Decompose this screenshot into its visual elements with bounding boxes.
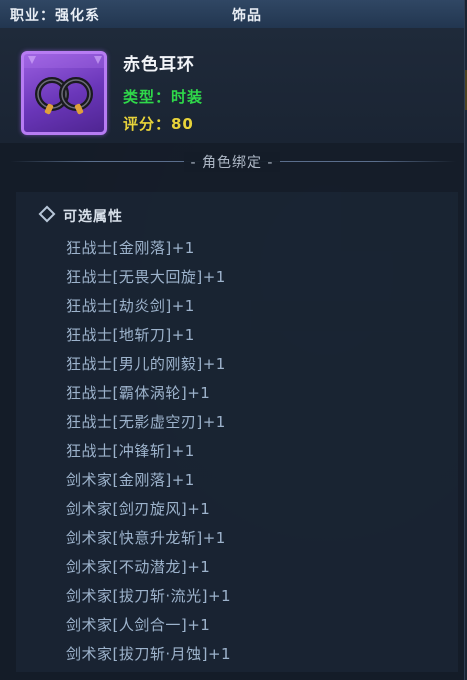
attribute-item: 狂战士[无影虚空刃]+1: [66, 413, 226, 431]
black-earring-icon: [24, 54, 104, 115]
attribute-item: 剑术家[拔刀斩·月蚀]+1: [66, 645, 232, 663]
item-tooltip: 职业：强化系 饰品 赤色耳环 类型：时装 评分：80 - 角色绑定 - 可选属性…: [0, 0, 465, 680]
bind-status: - 角色绑定 -: [184, 152, 280, 172]
section-title: 可选属性: [63, 209, 123, 225]
attribute-item: 狂战士[男儿的刚毅]+1: [66, 355, 226, 373]
item-score: 评分：80: [123, 115, 194, 133]
attribute-item: 狂战士[地斩刀]+1: [66, 326, 195, 344]
bind-status-row: - 角色绑定 -: [0, 152, 464, 172]
attribute-item: 狂战士[霸体涡轮]+1: [66, 384, 211, 402]
item-name: 赤色耳环: [123, 55, 195, 75]
category-label: 饰品: [232, 8, 262, 24]
attribute-item: 狂战士[劫炎剑]+1: [66, 297, 195, 315]
item-icon: [21, 51, 107, 135]
job-label: 职业：强化系: [10, 8, 100, 24]
attribute-item: 狂战士[冲锋斩]+1: [66, 442, 195, 460]
diamond-icon: [38, 205, 56, 223]
attribute-item: 剑术家[金刚落]+1: [66, 471, 195, 489]
attribute-item: 剑术家[拔刀斩·流光]+1: [66, 587, 232, 605]
attribute-item: 剑术家[剑刃旋风]+1: [66, 500, 211, 518]
attribute-item: 狂战士[金刚落]+1: [66, 239, 195, 257]
tooltip-header: 职业：强化系 饰品: [0, 0, 464, 29]
attribute-item: 狂战士[无畏大回旋]+1: [66, 268, 226, 286]
section-header: 可选属性: [38, 205, 123, 226]
attribute-item: 剑术家[不动潜龙]+1: [66, 558, 211, 576]
attribute-item: 剑术家[快意升龙斩]+1: [66, 529, 226, 547]
attribute-list: 狂战士[金刚落]+1 狂战士[无畏大回旋]+1 狂战士[劫炎剑]+1 狂战士[地…: [66, 237, 231, 672]
attribute-item: 剑术家[人剑合一]+1: [66, 616, 211, 634]
item-type: 类型：时装: [123, 88, 204, 106]
